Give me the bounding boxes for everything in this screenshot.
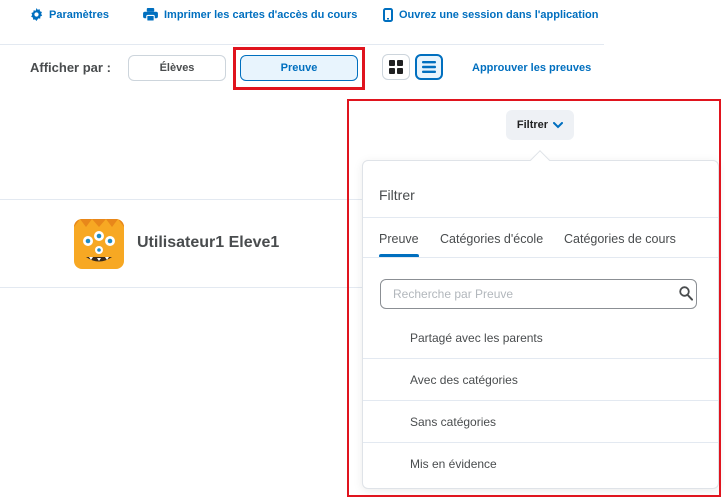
row-divider-bottom	[0, 287, 362, 288]
open-session-app-link[interactable]: Ouvrez une session dans l'application	[383, 8, 598, 22]
phone-icon	[383, 8, 393, 22]
highlight-filter-panel	[347, 99, 721, 497]
print-access-cards-link[interactable]: Imprimer les cartes d'accès du cours	[143, 8, 357, 21]
settings-link-label: Paramètres	[49, 8, 109, 21]
grid-view-toggle[interactable]	[382, 54, 410, 80]
avatar	[74, 219, 124, 269]
monster-avatar-icon	[74, 219, 124, 262]
view-by-students-label: Élèves	[159, 62, 195, 74]
gear-icon	[31, 8, 43, 21]
printer-icon	[143, 8, 158, 21]
print-access-cards-label: Imprimer les cartes d'accès du cours	[164, 8, 358, 21]
highlight-evidence-button	[233, 47, 365, 90]
grid-icon	[389, 60, 403, 74]
list-view-toggle[interactable]	[415, 54, 443, 80]
student-name[interactable]: Utilisateur1 Eleve1	[137, 234, 279, 252]
settings-link[interactable]: Paramètres	[30, 8, 109, 21]
open-session-app-label: Ouvrez une session dans l'application	[399, 9, 599, 21]
toolbar-divider	[0, 44, 604, 45]
approve-evidence-link[interactable]: Approuver les preuves	[472, 62, 591, 74]
view-by-label: Afficher par :	[30, 60, 111, 75]
row-divider-top	[0, 199, 362, 200]
list-icon	[422, 61, 436, 73]
view-by-students-button[interactable]: Élèves	[128, 55, 226, 81]
